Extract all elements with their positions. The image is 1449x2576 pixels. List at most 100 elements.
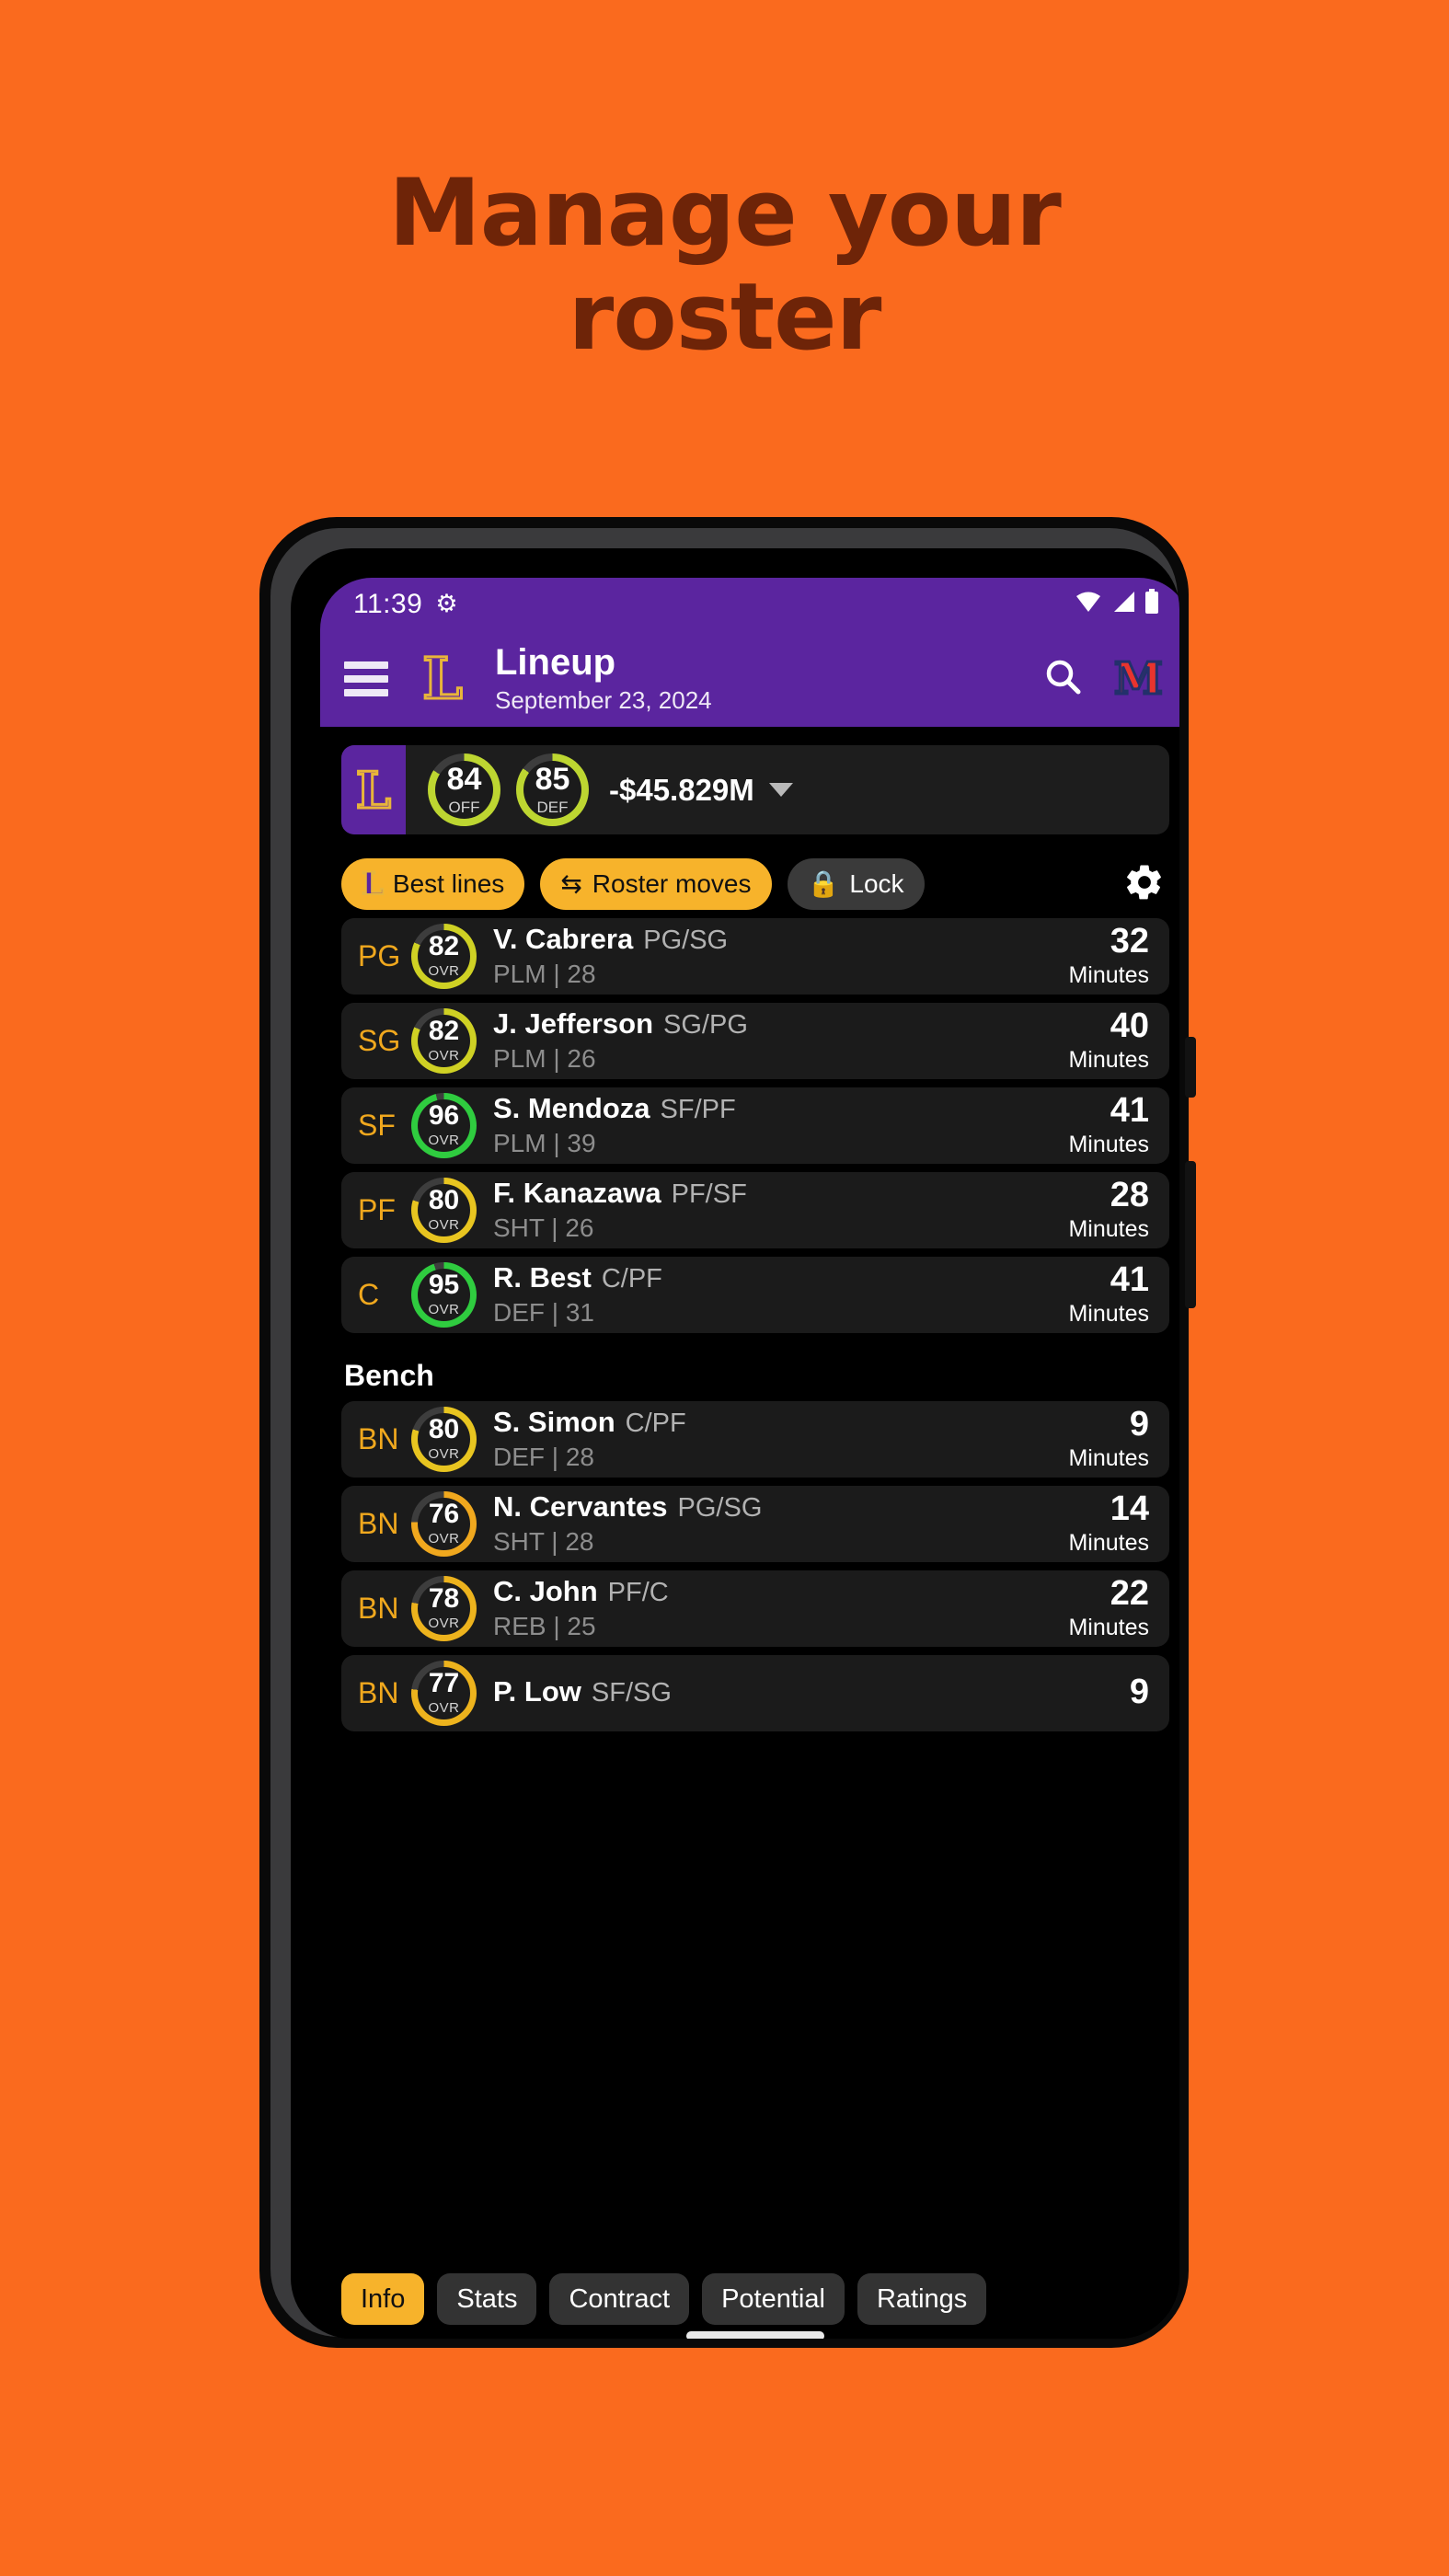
best-lines-button[interactable]: L Best lines (341, 858, 525, 910)
player-minutes-value: 9 (1129, 1672, 1149, 1711)
player-ovr-value: 82 (428, 1016, 460, 1046)
player-positions: C/PF (601, 1263, 662, 1294)
player-ovr-label: OVR (428, 1531, 460, 1547)
chevron-down-icon[interactable] (768, 783, 793, 797)
player-slot: BN (358, 1422, 399, 1455)
player-minutes-value: 32 (1110, 921, 1149, 960)
player-minutes: 41 Minutes (1068, 1261, 1149, 1328)
page-date: September 23, 2024 (495, 685, 712, 714)
roster-content: L 84 OFF 85 DEF -$45.829M L Best lines ⇆… (320, 745, 1179, 2339)
team-logo-icon[interactable]: L (414, 645, 471, 713)
player-detail: PLM | 26 (493, 1044, 596, 1074)
player-name: V. Cabrera (493, 922, 634, 955)
team-l-icon: L (361, 866, 385, 903)
player-slot: PF (358, 1193, 396, 1226)
player-ovr-label: OVR (428, 1133, 460, 1148)
table-row[interactable]: BN 76 OVR N. Cervantes PG/SG SHT | 28 14 Minute… (341, 1486, 1169, 1562)
bench-list: BN 80 OVR S. Simon C/PF DEF | 28 9 Minutes BN 76 O… (320, 1401, 1179, 1731)
player-minutes-value: 28 (1110, 1175, 1149, 1214)
player-ovr-ring: 78 OVR (411, 1576, 477, 1641)
app-bar: L Lineup September 23, 2024 M (320, 630, 1179, 727)
player-minutes: 9 Minutes (1068, 1406, 1149, 1473)
player-slot: PG (358, 939, 401, 972)
table-row[interactable]: C 95 OVR R. Best C/PF DEF | 31 41 Minutes (341, 1257, 1169, 1333)
table-row[interactable]: BN 78 OVR C. John PF/C REB | 25 22 Minutes (341, 1570, 1169, 1647)
roster-moves-button[interactable]: ⇆ Roster moves (540, 858, 772, 910)
player-minutes-value: 41 (1110, 1090, 1149, 1130)
action-bar: L Best lines ⇆ Roster moves 🔒 Lock (341, 858, 1169, 910)
player-minutes-label: Minutes (1068, 1301, 1149, 1328)
swap-icon: ⇆ (560, 869, 582, 898)
volume-button[interactable] (1185, 1161, 1196, 1308)
player-detail: PLM | 39 (493, 1129, 596, 1158)
phone-screen: 11:39 ⚙ L Lineup September 23, 2024 M L … (320, 578, 1179, 2339)
player-name: N. Cervantes (493, 1489, 668, 1523)
player-minutes: 40 Minutes (1068, 1007, 1149, 1075)
tab-ratings[interactable]: Ratings (857, 2273, 987, 2325)
app-bar-titles: Lineup September 23, 2024 (495, 642, 712, 715)
table-row[interactable]: SF 96 OVR S. Mendoza SF/PF PLM | 39 41 Minutes (341, 1087, 1169, 1164)
bug-icon: ⚙ (435, 590, 458, 617)
starters-list: PG 82 OVR V. Cabrera PG/SG PLM | 28 32 Minutes S… (320, 918, 1179, 1333)
tab-potential[interactable]: Potential (702, 2273, 845, 2325)
phone-shell: 11:39 ⚙ L Lineup September 23, 2024 M L … (259, 517, 1196, 2348)
table-row[interactable]: PF 80 OVR F. Kanazawa PF/SF SHT | 26 28 Minutes (341, 1172, 1169, 1248)
player-ovr-label: OVR (428, 1217, 460, 1233)
signal-icon (1110, 590, 1136, 618)
gear-icon[interactable] (1123, 861, 1166, 908)
player-detail: PLM | 28 (493, 960, 596, 989)
team-summary-bar[interactable]: L 84 OFF 85 DEF -$45.829M (341, 745, 1169, 834)
battery-icon (1144, 589, 1159, 619)
tab-stats[interactable]: Stats (437, 2273, 537, 2325)
player-ovr-value: 78 (428, 1583, 460, 1614)
player-ovr-ring: 77 OVR (411, 1661, 477, 1726)
player-info: S. Simon C/PF DEF | 28 (493, 1406, 1068, 1473)
player-ovr-ring: 96 OVR (411, 1093, 477, 1158)
lock-button[interactable]: 🔒 Lock (787, 858, 925, 910)
player-ovr-value: 95 (428, 1270, 460, 1300)
player-info: N. Cervantes PG/SG SHT | 28 (493, 1490, 1068, 1558)
player-positions: SF/PF (660, 1094, 736, 1124)
def-rating-ring: 85 DEF (516, 753, 589, 826)
player-name: S. Mendoza (493, 1091, 650, 1124)
player-info: V. Cabrera PG/SG PLM | 28 (493, 923, 1068, 990)
def-rating-value: 85 (535, 761, 570, 797)
tab-contract[interactable]: Contract (549, 2273, 690, 2325)
player-slot: C (358, 1278, 380, 1311)
player-minutes: 22 Minutes (1068, 1575, 1149, 1642)
player-minutes-value: 14 (1110, 1489, 1149, 1528)
page-title: Lineup (495, 641, 616, 683)
player-ovr-ring: 82 OVR (411, 1008, 477, 1074)
hamburger-icon[interactable] (344, 661, 388, 696)
player-ovr-value: 96 (428, 1100, 460, 1131)
table-row[interactable]: BN 77 OVR P. Low SF/SG 9 (341, 1655, 1169, 1731)
player-name: J. Jefferson (493, 1006, 654, 1040)
league-logo-icon[interactable]: M (1112, 655, 1164, 702)
home-indicator[interactable] (686, 2331, 824, 2339)
table-row[interactable]: SG 82 OVR J. Jefferson SG/PG PLM | 26 40 Minute… (341, 1003, 1169, 1079)
player-info: S. Mendoza SF/PF PLM | 39 (493, 1092, 1068, 1159)
player-positions: SG/PG (663, 1009, 748, 1040)
player-name: R. Best (493, 1260, 592, 1294)
player-positions: PF/SF (671, 1179, 747, 1209)
table-row[interactable]: BN 80 OVR S. Simon C/PF DEF | 28 9 Minutes (341, 1401, 1169, 1478)
player-minutes-label: Minutes (1068, 1445, 1149, 1472)
bench-header: Bench (344, 1359, 434, 1392)
lock-icon: 🔒 (807, 869, 840, 898)
power-button[interactable] (1185, 1037, 1196, 1098)
player-ovr-label: OVR (428, 1446, 460, 1462)
player-ovr-ring: 95 OVR (411, 1262, 477, 1328)
summary-team-logo-icon: L (341, 745, 406, 834)
lock-label: Lock (849, 869, 904, 898)
table-row[interactable]: PG 82 OVR V. Cabrera PG/SG PLM | 28 32 Minutes (341, 918, 1169, 995)
player-name: P. Low (493, 1674, 581, 1708)
player-info: P. Low SF/SG (493, 1675, 1130, 1712)
tab-info[interactable]: Info (341, 2273, 425, 2325)
cap-space[interactable]: -$45.829M (609, 773, 793, 808)
player-ovr-ring: 76 OVR (411, 1491, 477, 1557)
search-icon[interactable] (1042, 656, 1083, 701)
bottom-tab-bar: Info Stats Contract Potential Ratings (320, 2230, 1179, 2339)
player-slot: BN (358, 1676, 399, 1709)
player-minutes-label: Minutes (1068, 1047, 1149, 1074)
player-minutes: 9 (1129, 1672, 1149, 1713)
